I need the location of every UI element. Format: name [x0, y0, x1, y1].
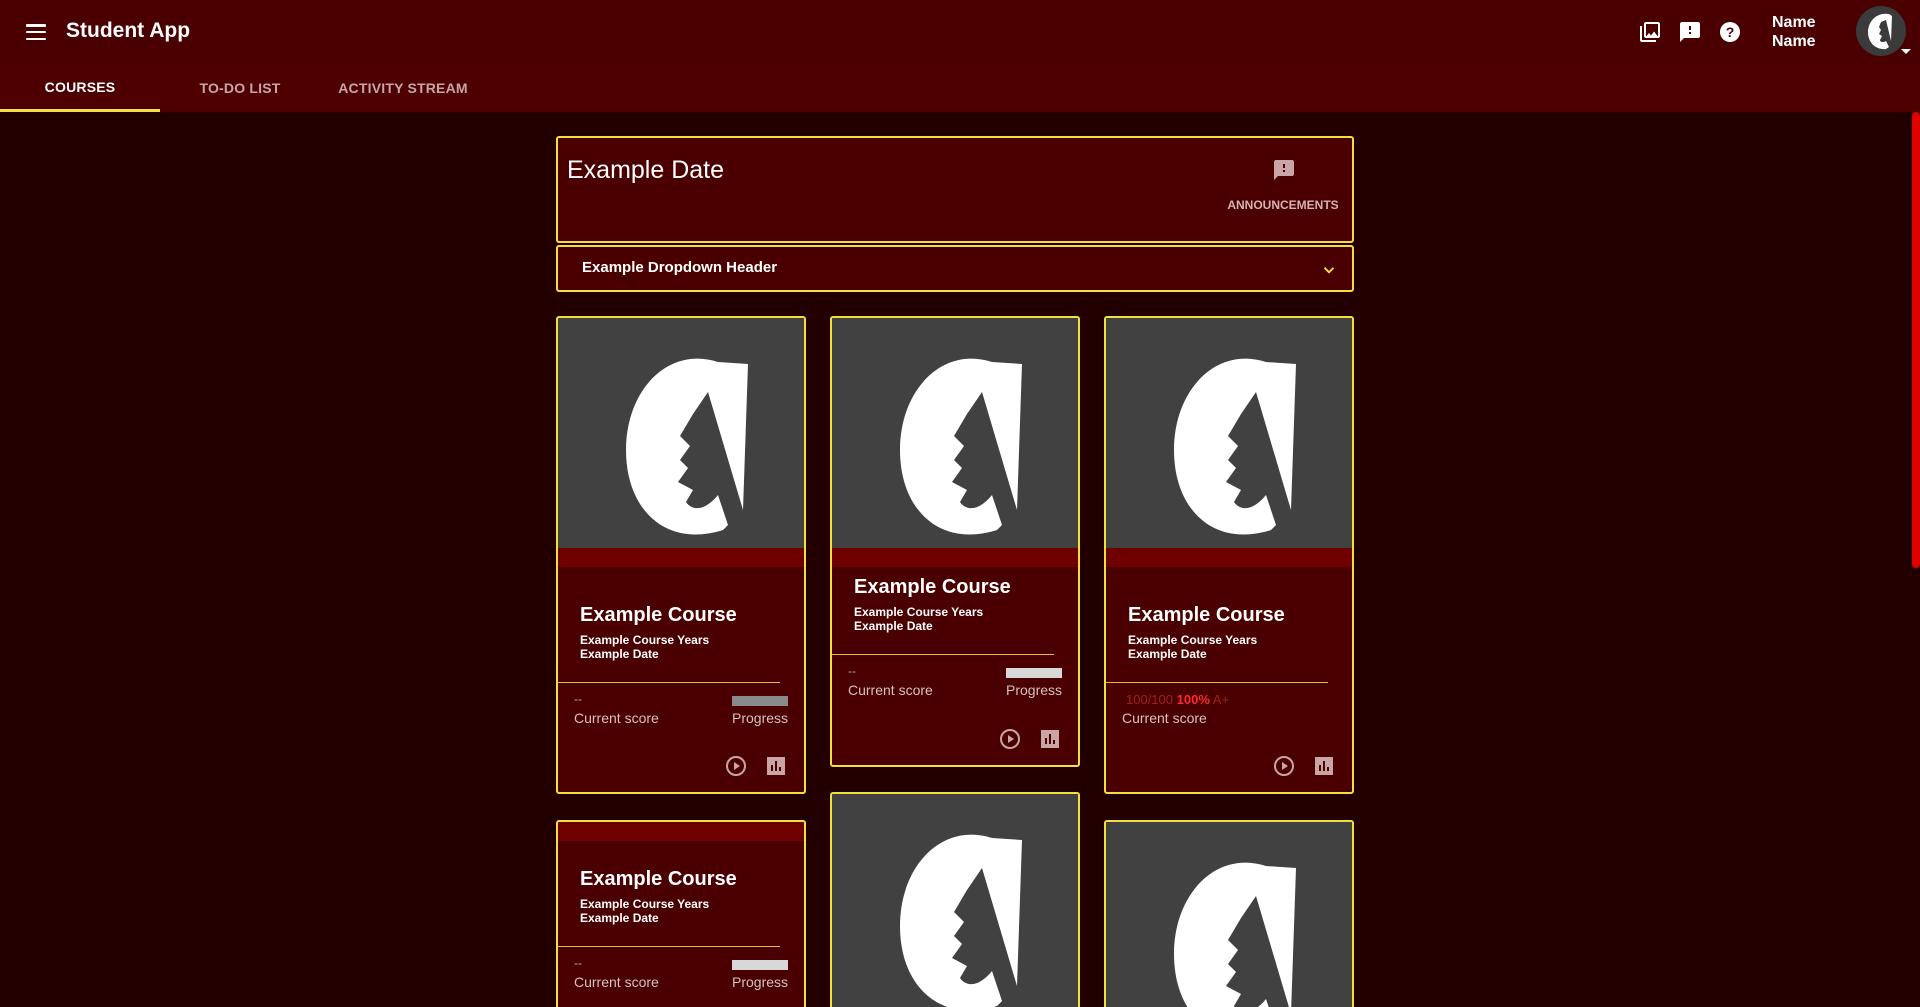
app-title: Student App: [66, 19, 191, 42]
play-icon[interactable]: [724, 754, 748, 778]
score-percent: 100%: [1176, 692, 1210, 707]
course-card[interactable]: Example Course Example Course Years Exam…: [1104, 316, 1354, 794]
card-divider: [558, 946, 780, 947]
course-card[interactable]: Example Course Example Course Years Exam…: [556, 316, 806, 794]
announcements-button[interactable]: ANNOUNCEMENTS: [1218, 158, 1348, 222]
svg-text:?: ?: [1726, 24, 1735, 40]
course-date: Example Date: [854, 619, 933, 633]
score-value: --: [574, 956, 582, 970]
score-value: --: [848, 664, 856, 678]
bar-chart-icon[interactable]: [1038, 727, 1062, 751]
progress-label: Progress: [1006, 682, 1063, 698]
play-icon[interactable]: [1272, 754, 1296, 778]
card-divider: [832, 654, 1054, 655]
course-image: [1106, 318, 1352, 548]
progress-bar: [732, 960, 788, 970]
course-image: [832, 794, 1078, 1007]
course-date: Example Date: [580, 647, 659, 661]
tab-bar: COURSES TO-DO LIST ACTIVITY STREAM: [0, 64, 1920, 112]
score-label: Current score: [848, 682, 933, 698]
help-icon[interactable]: ?: [1718, 20, 1742, 44]
chevron-down-icon[interactable]: [1901, 49, 1911, 54]
logo-icon: [1174, 862, 1296, 1007]
course-date: Example Date: [1128, 647, 1207, 661]
bar-chart-icon[interactable]: [1312, 754, 1336, 778]
top-app-bar: Student App ? Name Name: [0, 0, 1920, 64]
course-years: Example Course Years: [854, 605, 984, 619]
user-name[interactable]: Name Name: [1772, 13, 1832, 51]
progress-label: Progress: [732, 974, 789, 990]
score-grade: A+: [1212, 692, 1230, 707]
scrollbar[interactable]: [1912, 112, 1920, 568]
progress-label: Progress: [732, 710, 789, 726]
score-points: 100/100: [1126, 692, 1173, 707]
course-title: Example Course: [580, 604, 737, 626]
chevron-down-icon[interactable]: [1320, 261, 1338, 279]
progress-bar: [1006, 668, 1062, 678]
course-years: Example Course Years: [1128, 633, 1258, 647]
logo-icon: [626, 358, 748, 535]
course-image: [832, 318, 1078, 548]
course-card[interactable]: Example Course Example Course Years Exam…: [556, 820, 806, 1007]
course-card[interactable]: [1104, 820, 1354, 1007]
score-grade-line: 100/100 100% A+: [1126, 692, 1229, 707]
gallery-icon[interactable]: [1638, 20, 1662, 44]
course-title: Example Course: [580, 868, 737, 890]
menu-icon[interactable]: [24, 21, 48, 43]
course-title: Example Course: [854, 576, 1011, 598]
date-header-card: Example Date ANNOUNCEMENTS: [556, 136, 1354, 243]
tab-to-do-list[interactable]: TO-DO LIST: [160, 64, 320, 112]
logo-icon: [900, 358, 1022, 535]
score-value: --: [574, 692, 582, 706]
course-card[interactable]: Example Course Example Course Years Exam…: [830, 316, 1080, 767]
course-years: Example Course Years: [580, 897, 710, 911]
announcements-label: ANNOUNCEMENTS: [1227, 198, 1339, 212]
logo-icon: [1868, 13, 1892, 50]
dropdown-label: Example Dropdown Header: [582, 259, 778, 276]
course-years: Example Course Years: [580, 633, 710, 647]
score-label: Current score: [1122, 710, 1207, 726]
score-label: Current score: [574, 710, 659, 726]
course-date: Example Date: [580, 911, 659, 925]
play-icon[interactable]: [998, 727, 1022, 751]
bar-chart-icon[interactable]: [764, 754, 788, 778]
course-card[interactable]: [830, 792, 1080, 1007]
card-band: [1106, 548, 1352, 567]
tab-activity-stream[interactable]: ACTIVITY STREAM: [320, 64, 486, 112]
page-title: Example Date: [567, 156, 725, 184]
card-divider: [1106, 682, 1328, 683]
score-label: Current score: [574, 974, 659, 990]
logo-icon: [900, 834, 1022, 1007]
logo-icon: [1174, 358, 1296, 535]
card-band: [558, 822, 804, 841]
announcement-icon: [1274, 160, 1294, 180]
avatar[interactable]: [1856, 6, 1906, 56]
card-band: [558, 548, 804, 567]
progress-bar: [732, 696, 788, 706]
course-image: [1106, 822, 1352, 1007]
card-band: [832, 548, 1078, 567]
feedback-icon[interactable]: [1678, 20, 1702, 44]
course-title: Example Course: [1128, 604, 1285, 626]
tab-courses[interactable]: COURSES: [0, 64, 160, 112]
course-image: [558, 318, 804, 548]
dropdown-header[interactable]: Example Dropdown Header: [556, 245, 1354, 292]
card-divider: [558, 682, 780, 683]
